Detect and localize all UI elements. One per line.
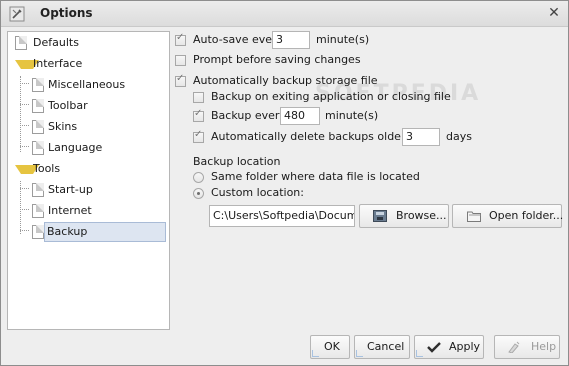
checkmark-icon xyxy=(427,342,441,353)
options-app-icon xyxy=(9,6,25,22)
backup-every-input[interactable]: 480 xyxy=(280,107,320,125)
tree-item-internet[interactable]: Internet xyxy=(30,201,160,221)
prompt-checkbox[interactable] xyxy=(175,55,186,66)
tree-connector xyxy=(20,83,29,84)
tree-item-miscellaneous[interactable]: Miscellaneous xyxy=(30,75,160,95)
tree-item-tools[interactable]: Tools xyxy=(13,159,163,179)
close-button[interactable]: ✕ xyxy=(546,5,562,21)
document-icon xyxy=(32,99,44,113)
tree-connector xyxy=(20,146,29,147)
tree-item-toolbar[interactable]: Toolbar xyxy=(30,96,160,116)
autosave-minutes-input[interactable]: 3 xyxy=(272,31,310,49)
help-button[interactable]: Help xyxy=(494,335,560,359)
open-folder-icon xyxy=(467,211,481,222)
ok-button[interactable]: OK xyxy=(310,335,350,359)
tree-item-interface[interactable]: Interface xyxy=(13,54,163,74)
cancel-button[interactable]: Cancel xyxy=(354,335,410,359)
apply-button[interactable]: Apply xyxy=(414,335,484,359)
auto-delete-days-input[interactable]: 3 xyxy=(402,128,440,146)
prompt-label: Prompt before saving changes xyxy=(193,53,361,66)
auto-delete-checkbox[interactable] xyxy=(193,129,204,143)
tree-connector xyxy=(20,76,21,152)
custom-location-label: Custom location: xyxy=(211,186,304,199)
tree-connector xyxy=(20,104,29,105)
same-folder-radio[interactable] xyxy=(193,172,204,183)
document-icon xyxy=(32,183,44,197)
window-title: Options xyxy=(40,6,93,20)
tree-item-language[interactable]: Language xyxy=(30,138,160,158)
document-icon xyxy=(32,120,44,134)
auto-backup-checkbox[interactable] xyxy=(175,73,186,87)
document-icon xyxy=(32,204,44,218)
tree-item-backup[interactable]: Backup xyxy=(30,222,166,242)
document-icon xyxy=(32,78,44,92)
document-icon xyxy=(32,225,44,239)
document-icon xyxy=(15,36,27,50)
open-folder-button[interactable]: Open folder... xyxy=(452,204,563,228)
autosave-unit: minute(s) xyxy=(316,33,370,46)
backup-settings-panel: SOFTPEDIA Auto-save every 3 minute(s) Pr… xyxy=(175,31,563,328)
tree-item-defaults[interactable]: Defaults xyxy=(13,33,163,53)
backup-every-unit: minute(s) xyxy=(325,109,379,122)
autosave-checkbox[interactable] xyxy=(175,32,186,46)
custom-location-radio[interactable] xyxy=(193,188,204,199)
backup-on-exit-checkbox[interactable] xyxy=(193,92,204,103)
autosave-label: Auto-save every xyxy=(193,33,284,46)
button-corner-accent xyxy=(312,350,319,357)
tree-item-skins[interactable]: Skins xyxy=(30,117,160,137)
help-icon xyxy=(508,341,520,353)
backup-on-exit-label: Backup on exiting application or closing… xyxy=(211,90,451,103)
options-window: Options ✕ Defaults Interface Miscellaneo… xyxy=(0,0,569,366)
browse-button[interactable]: Browse... xyxy=(359,204,449,228)
backup-every-checkbox[interactable] xyxy=(193,108,204,122)
close-icon: ✕ xyxy=(548,5,560,21)
backup-every-label: Backup every xyxy=(211,109,286,122)
button-corner-accent xyxy=(356,350,363,357)
tree-item-start-up[interactable]: Start-up xyxy=(30,180,160,200)
button-corner-accent xyxy=(416,350,423,357)
tree-connector xyxy=(20,125,29,126)
tree-connector xyxy=(20,188,29,189)
browse-icon xyxy=(373,210,387,222)
title-bar: Options ✕ xyxy=(1,1,568,27)
auto-delete-label: Automatically delete backups older then xyxy=(211,130,434,143)
tree-connector xyxy=(20,230,29,231)
tree-connector xyxy=(20,209,29,210)
document-icon xyxy=(32,141,44,155)
auto-delete-unit: days xyxy=(446,130,472,143)
custom-path-input[interactable]: C:\Users\Softpedia\Documen xyxy=(209,205,355,227)
options-tree: Defaults Interface Miscellaneous Toolbar… xyxy=(7,31,170,330)
